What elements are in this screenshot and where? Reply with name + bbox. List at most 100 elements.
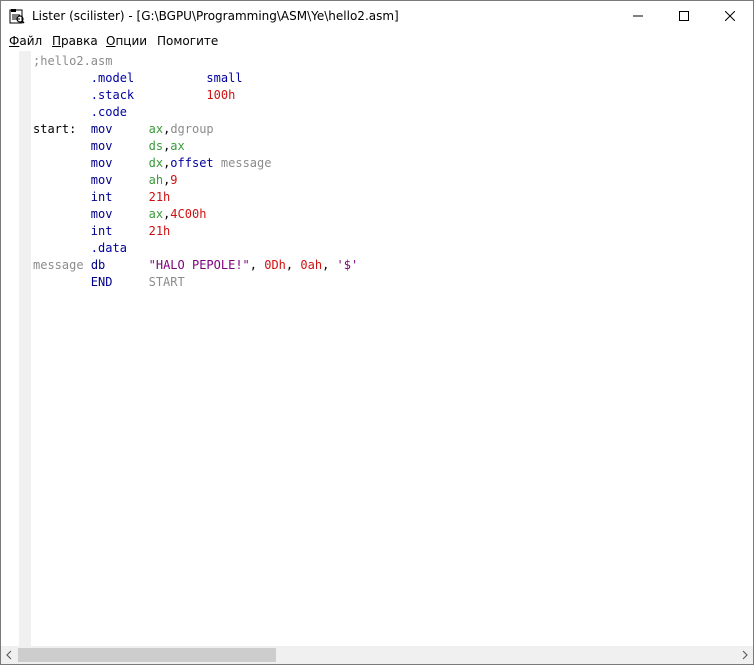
code-token-num: 4C00h	[170, 207, 207, 221]
code-token-reg: ax	[148, 207, 164, 221]
code-token-str: "HALO PEPOLE!"	[148, 258, 250, 272]
minimize-button[interactable]	[615, 1, 661, 31]
code-token-num: 100h	[206, 88, 236, 102]
code-line: END START	[33, 274, 358, 291]
code-line: start: mov ax,dgroup	[33, 121, 358, 138]
lister-window: Lister (scilister) - [G:\BGPU\Programmin…	[0, 0, 754, 665]
code-line: mov ah,9	[33, 172, 358, 189]
code-line: .data	[33, 240, 358, 257]
maximize-button[interactable]	[661, 1, 707, 31]
menu-help[interactable]: Помогите	[157, 34, 218, 48]
code-token-instr: db	[90, 258, 106, 272]
code-token-plain: ,	[249, 258, 265, 272]
code-token-num: 21h	[148, 224, 171, 238]
code-token-ident: message	[220, 156, 272, 170]
lister-icon[interactable]	[9, 8, 25, 24]
code-token-directive: small	[206, 71, 243, 85]
scroll-thumb[interactable]	[18, 648, 276, 662]
code-line: int 21h	[33, 223, 358, 240]
close-icon	[725, 11, 735, 21]
code-token-kw: START	[148, 275, 185, 289]
code-line: int 21h	[33, 189, 358, 206]
menu-edit[interactable]: Правка	[52, 34, 98, 48]
code-token-instr: mov	[90, 173, 113, 187]
maximize-icon	[679, 11, 689, 21]
title-bar[interactable]: Lister (scilister) - [G:\BGPU\Programmin…	[1, 1, 753, 32]
code-line: mov ds,ax	[33, 138, 358, 155]
code-token-str: '$'	[336, 258, 359, 272]
code-line: message db "HALO PEPOLE!", 0Dh, 0ah, '$'	[33, 257, 358, 274]
code-token-directive: .model	[90, 71, 135, 85]
code-token-instr: int	[90, 224, 113, 238]
code-token-num: 9	[170, 173, 178, 187]
code-token-instr: END	[90, 275, 113, 289]
menu-file-label: айл	[19, 34, 43, 48]
code-token-instr: mov	[90, 207, 113, 221]
code-token-plain: ,	[322, 258, 337, 272]
close-button[interactable]	[707, 1, 753, 31]
code-line: ;hello2.asm	[33, 53, 358, 70]
window-title: Lister (scilister) - [G:\BGPU\Programmin…	[32, 9, 399, 23]
code-line: .code	[33, 104, 358, 121]
code-token-reg: ax	[170, 139, 185, 153]
code-line: .model small	[33, 70, 358, 87]
code-token-directive: .stack	[90, 88, 135, 102]
code-token-label: start:	[33, 122, 77, 136]
code-token-reg: ds	[148, 139, 164, 153]
code-line: .stack 100h	[33, 87, 358, 104]
code-editor[interactable]: ;hello2.asm .model small .stack 100h .co…	[1, 51, 753, 646]
minimize-icon	[633, 15, 643, 17]
code-token-instr: mov	[90, 122, 113, 136]
arrow-right-icon	[742, 650, 748, 660]
menu-edit-label: равка	[61, 34, 98, 48]
code-token-num: 0Dh	[264, 258, 286, 272]
code-token-instr: int	[90, 190, 113, 204]
code-token-reg: ax	[148, 122, 164, 136]
menu-options-label: пции	[115, 34, 148, 48]
code-token-ident: dgroup	[170, 122, 214, 136]
code-token-comment: ;hello2.asm	[33, 54, 113, 68]
fold-margin[interactable]	[19, 51, 31, 646]
arrow-left-icon	[6, 650, 12, 660]
code-token-instr: mov	[90, 156, 113, 170]
code-token-num: 21h	[148, 190, 171, 204]
menu-bar: Файл Правка Опции Помогите	[1, 32, 753, 51]
menu-options[interactable]: Опции	[106, 34, 147, 48]
code-line: mov ax,4C00h	[33, 206, 358, 223]
code-token-directive: .code	[90, 105, 127, 119]
scroll-left-button[interactable]	[1, 646, 18, 664]
code-text[interactable]: ;hello2.asm .model small .stack 100h .co…	[33, 53, 358, 291]
menu-file[interactable]: Файл	[9, 34, 42, 48]
menu-help-label: Помогите	[157, 34, 219, 48]
code-token-reg: dx	[148, 156, 164, 170]
menu-edit-accel: П	[52, 34, 62, 48]
code-token-op: offset	[170, 156, 214, 170]
code-token-ident: message	[33, 258, 84, 272]
code-line: mov dx,offset message	[33, 155, 358, 172]
scroll-right-button[interactable]	[736, 646, 753, 664]
horizontal-scrollbar[interactable]	[1, 646, 753, 664]
